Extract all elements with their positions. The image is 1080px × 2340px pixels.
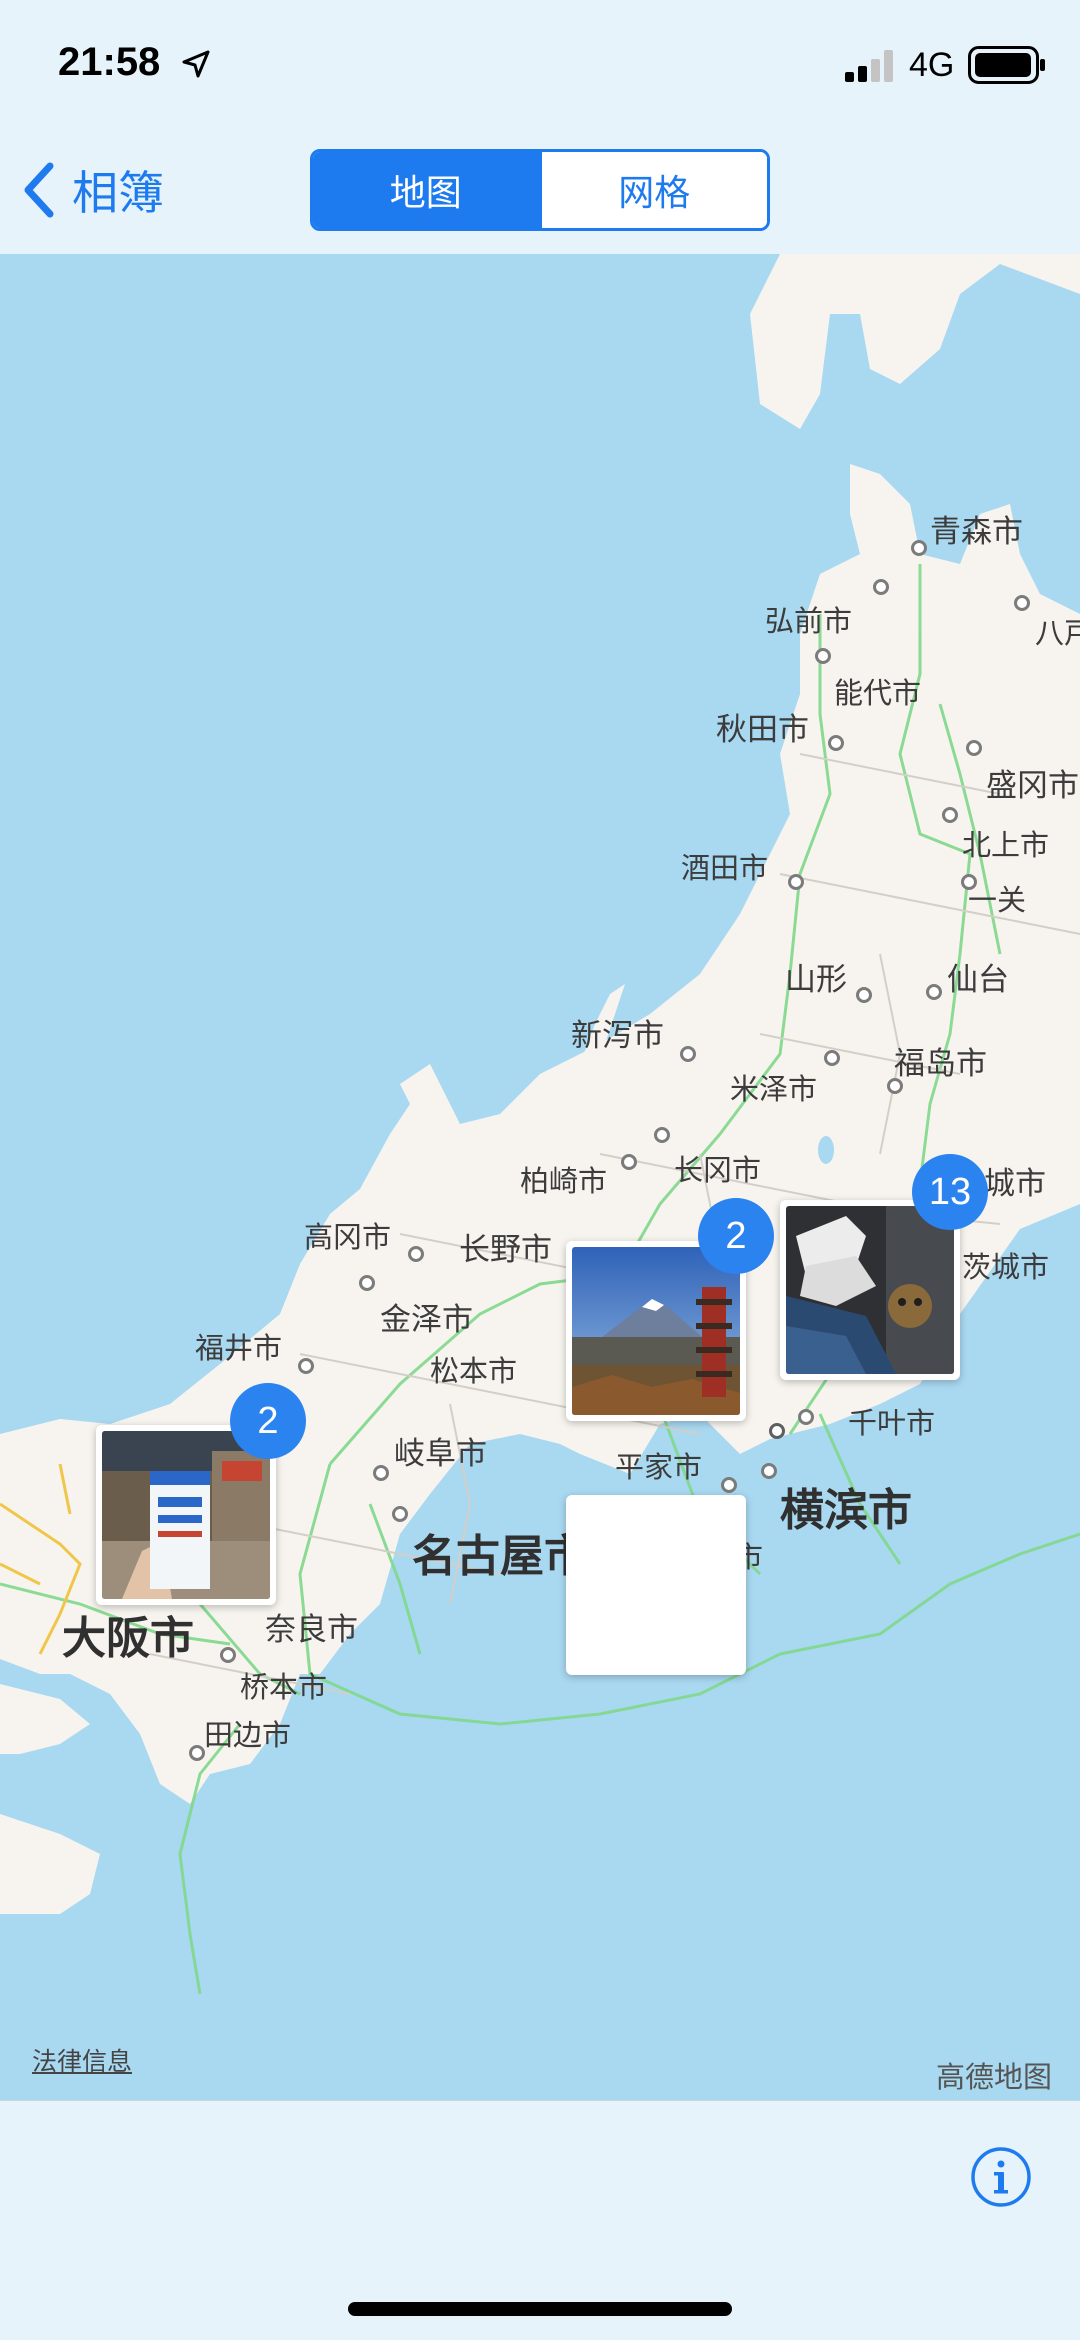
network-type: 4G xyxy=(909,46,955,84)
map-label: 茨城市 xyxy=(962,1252,1050,1284)
city-marker xyxy=(942,807,958,823)
map-label: 能代市 xyxy=(834,678,922,710)
city-marker xyxy=(966,740,982,756)
cluster-count-badge: 13 xyxy=(912,1154,988,1230)
milk-carton-photo xyxy=(102,1431,270,1599)
map-label: 高冈市 xyxy=(304,1222,392,1254)
map-label: 长冈市 xyxy=(674,1155,762,1187)
city-marker xyxy=(654,1127,670,1143)
map-label: 千叶市 xyxy=(848,1408,936,1440)
map-provider-logo: 高德地图 xyxy=(936,2062,1053,2094)
legal-info-link[interactable]: 法律信息 xyxy=(32,2042,132,2078)
map-label: 山形 xyxy=(785,962,847,997)
city-marker xyxy=(769,1423,785,1439)
photo-cluster-fuji[interactable] xyxy=(566,1495,746,1675)
segment-map[interactable]: 地图 xyxy=(313,152,539,228)
battery-icon xyxy=(968,46,1045,84)
map-label: 秋田市 xyxy=(716,712,809,747)
city-marker xyxy=(621,1154,637,1170)
map-label: 名古屋市 xyxy=(412,1532,588,1581)
map-label: 横滨市 xyxy=(780,1486,912,1535)
map-label: 弘前市 xyxy=(765,606,853,638)
map-label: 青森市 xyxy=(930,514,1023,549)
cellular-signal-icon xyxy=(845,50,893,82)
city-marker xyxy=(911,540,927,556)
map-label: 酒田市 xyxy=(681,853,769,885)
map-label: 柏崎市 xyxy=(520,1166,608,1198)
map-label: 新泻市 xyxy=(571,1018,664,1053)
status-time: 21:58 xyxy=(58,40,161,84)
map-label: 八戸 xyxy=(1035,618,1080,650)
map-label: 城市 xyxy=(984,1166,1046,1201)
city-marker xyxy=(824,1050,840,1066)
map-label: 田边市 xyxy=(204,1720,292,1752)
city-marker xyxy=(761,1463,777,1479)
city-marker xyxy=(680,1046,696,1062)
map-label: 福井市 xyxy=(195,1333,283,1365)
city-marker xyxy=(926,984,942,1000)
status-bar: 21:58 4G xyxy=(0,0,1080,130)
city-marker xyxy=(798,1409,814,1425)
map-label: 仙台 xyxy=(947,962,1009,997)
city-marker xyxy=(220,1647,236,1663)
map-label: 米泽市 xyxy=(730,1074,818,1106)
info-icon[interactable] xyxy=(970,2146,1032,2208)
segment-grid[interactable]: 网格 xyxy=(538,152,767,228)
city-marker xyxy=(873,579,889,595)
location-arrow-icon xyxy=(182,50,210,78)
city-marker xyxy=(828,735,844,751)
map-label: 岐阜市 xyxy=(394,1436,487,1471)
home-indicator[interactable] xyxy=(348,2302,732,2316)
map-label: 盛冈市 xyxy=(986,768,1079,803)
chevron-left-icon xyxy=(24,162,54,218)
city-marker xyxy=(1014,595,1030,611)
map-label: 一关 xyxy=(968,885,1027,917)
map-label: 奈良市 xyxy=(265,1612,358,1647)
mount-fuji-pagoda-photo xyxy=(572,1247,740,1415)
map-label: 福岛市 xyxy=(894,1046,987,1081)
photo-map[interactable]: 青森市 弘前市 八戸 能代市 秋田市 盛冈市 北上市 酒田市 一关 山形 仙台 … xyxy=(0,254,1080,2100)
sneakers-photo xyxy=(786,1206,954,1374)
city-marker xyxy=(359,1275,375,1291)
map-label: 大阪市 xyxy=(62,1614,194,1663)
map-label: 平家市 xyxy=(615,1452,703,1484)
map-label: 金泽市 xyxy=(380,1302,473,1337)
back-label: 相簿 xyxy=(72,167,164,219)
city-marker xyxy=(373,1465,389,1481)
city-marker xyxy=(856,987,872,1003)
map-label: 松本市 xyxy=(430,1356,518,1388)
city-marker xyxy=(721,1477,737,1493)
city-marker xyxy=(408,1246,424,1262)
cluster-count-badge: 2 xyxy=(698,1198,774,1274)
city-marker xyxy=(392,1506,408,1522)
back-button[interactable]: 相簿 xyxy=(20,160,164,220)
city-marker xyxy=(788,874,804,890)
cluster-count-badge: 2 xyxy=(230,1383,306,1459)
city-marker xyxy=(815,648,831,664)
map-label: 北上市 xyxy=(962,830,1050,862)
map-label: 长野市 xyxy=(459,1232,552,1267)
photo-cluster-sneakers[interactable] xyxy=(780,1200,960,1380)
city-marker xyxy=(189,1745,205,1761)
view-mode-segmented-control: 地图 网格 xyxy=(310,149,770,231)
city-marker xyxy=(298,1358,314,1374)
map-label: 桥本市 xyxy=(240,1672,328,1704)
